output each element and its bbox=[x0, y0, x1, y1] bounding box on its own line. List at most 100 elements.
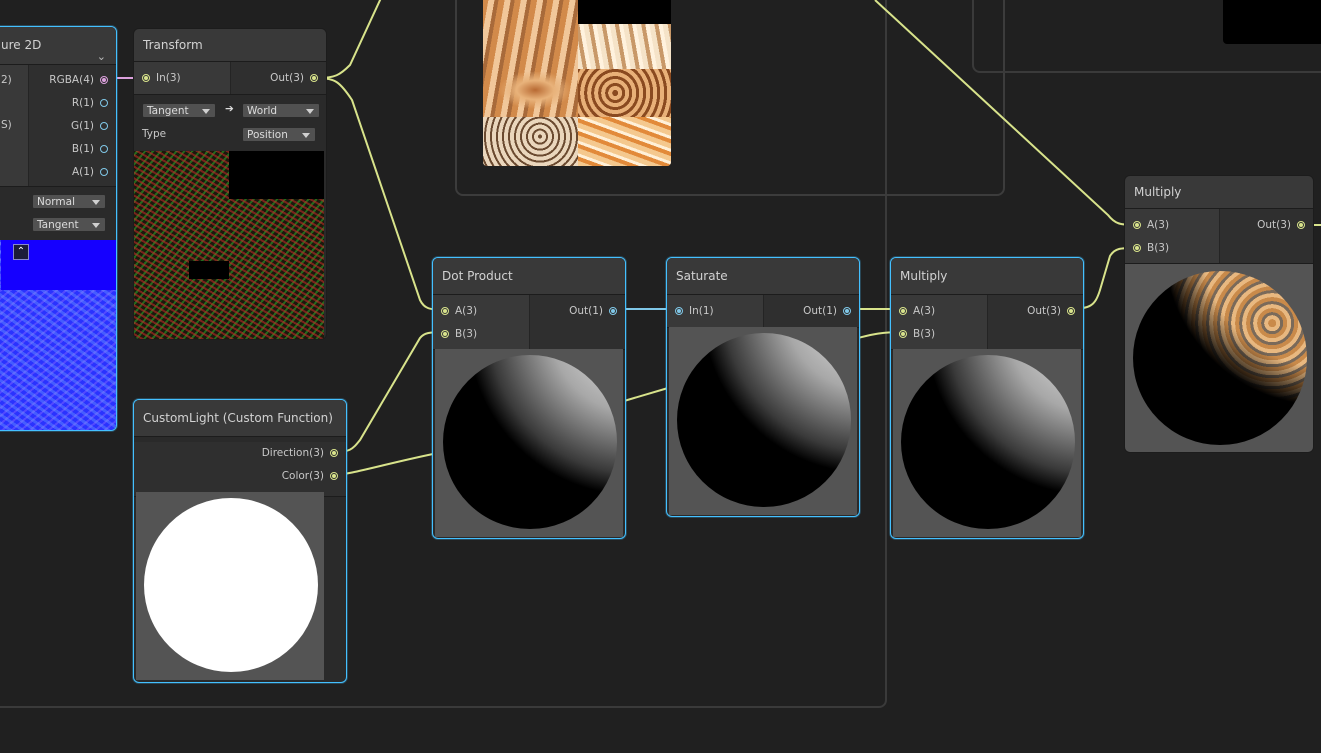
input-port-in[interactable]: In(1) bbox=[667, 300, 763, 322]
dropdown-caret-icon bbox=[202, 109, 210, 114]
port-dot-icon[interactable] bbox=[330, 449, 338, 457]
output-port-g[interactable]: G(1) bbox=[29, 115, 116, 137]
input-port-b[interactable]: B(3) bbox=[891, 323, 987, 345]
port-dot-icon[interactable] bbox=[609, 307, 617, 315]
textured-sphere-preview bbox=[1133, 271, 1307, 445]
port-dot-icon[interactable] bbox=[675, 307, 683, 315]
node-title: Multiply bbox=[891, 258, 1083, 295]
node-title: ure 2D ⌄ bbox=[0, 27, 116, 65]
output-column: Out(1) bbox=[763, 295, 860, 327]
to-space-dropdown[interactable]: World bbox=[242, 103, 320, 118]
dropdown-value: Normal bbox=[37, 196, 75, 208]
port-dot-icon[interactable] bbox=[441, 330, 449, 338]
port-dot-icon[interactable] bbox=[843, 307, 851, 315]
port-dot-icon[interactable] bbox=[310, 74, 318, 82]
input-column: A(3) B(3) bbox=[433, 295, 530, 349]
saturate-preview bbox=[669, 327, 857, 515]
port-label: A(1) bbox=[71, 166, 94, 178]
port-label: B(3) bbox=[1147, 242, 1170, 254]
dropdown-value: Tangent bbox=[37, 219, 79, 231]
type-dropdown[interactable]: Position bbox=[242, 127, 316, 142]
input-port-b[interactable]: B(3) bbox=[1125, 237, 1219, 259]
port-dot-icon[interactable] bbox=[100, 168, 108, 176]
port-dot-icon[interactable] bbox=[142, 74, 150, 82]
port-dot-icon[interactable] bbox=[1297, 221, 1305, 229]
dot-product-preview bbox=[435, 349, 623, 537]
albedo-texture-preview bbox=[483, 0, 671, 166]
custom-light-node[interactable]: CustomLight (Custom Function) Direction(… bbox=[133, 399, 347, 683]
output-port-r[interactable]: R(1) bbox=[29, 92, 116, 114]
port-label: Out(3) bbox=[270, 72, 304, 84]
port-label: Out(1) bbox=[569, 305, 603, 317]
dropdown-caret-icon bbox=[302, 133, 310, 138]
output-port-color[interactable]: Color(3) bbox=[134, 465, 346, 487]
output-column: Out(3) bbox=[1219, 209, 1314, 263]
dropdown-caret-icon bbox=[306, 109, 314, 114]
port-label: B(1) bbox=[71, 143, 94, 155]
port-dot-icon[interactable] bbox=[899, 307, 907, 315]
output-column: Direction(3) Color(3) bbox=[134, 442, 346, 497]
input-port-a[interactable]: A(3) bbox=[891, 300, 987, 322]
saturate-ports: In(1) Out(1) bbox=[667, 295, 859, 328]
output-port-out[interactable]: Out(1) bbox=[530, 300, 626, 322]
port-dot-icon[interactable] bbox=[1067, 307, 1075, 315]
input-column: 2) S) bbox=[0, 65, 29, 186]
dropdown-value: World bbox=[247, 105, 278, 117]
output-port-rgba[interactable]: RGBA(4) bbox=[29, 69, 116, 91]
output-column: Out(1) bbox=[529, 295, 626, 349]
port-dot-icon[interactable] bbox=[1133, 244, 1141, 252]
transform-node[interactable]: Transform In(3) Out(3) Tangent ➔ World T… bbox=[133, 28, 327, 340]
input-port-in[interactable]: In(3) bbox=[134, 67, 230, 89]
output-column: Out(3) bbox=[987, 295, 1084, 349]
port-dot-icon[interactable] bbox=[100, 122, 108, 130]
sample-texture-2d-node[interactable]: ure 2D ⌄ 2) S) RGBA(4) R(1) G(1) B(1) A(… bbox=[0, 26, 117, 431]
port-label: R(1) bbox=[71, 97, 94, 109]
input-port-a[interactable]: A(3) bbox=[433, 300, 529, 322]
node-title: CustomLight (Custom Function) bbox=[134, 400, 346, 437]
output-port-out[interactable]: Out(3) bbox=[988, 300, 1084, 322]
dropdown-caret-icon bbox=[92, 223, 100, 228]
node-title: Multiply bbox=[1125, 176, 1313, 209]
multiply-node-1[interactable]: Multiply A(3) B(3) Out(3) bbox=[890, 257, 1084, 539]
white-sphere-preview bbox=[144, 498, 318, 672]
input-column: A(3) B(3) bbox=[1125, 209, 1220, 263]
port-dot-icon[interactable] bbox=[899, 330, 907, 338]
multiply-ports: A(3) B(3) Out(3) bbox=[891, 295, 1083, 350]
port-label: A(3) bbox=[455, 305, 478, 317]
port-dot-icon[interactable] bbox=[100, 145, 108, 153]
saturate-node[interactable]: Saturate In(1) Out(1) bbox=[666, 257, 860, 517]
texture-tile bbox=[578, 24, 671, 69]
port-dot-icon[interactable] bbox=[100, 76, 108, 84]
input-port-b[interactable]: B(3) bbox=[433, 323, 529, 345]
from-space-dropdown[interactable]: Tangent bbox=[142, 103, 216, 118]
output-port-out[interactable]: Out(3) bbox=[1220, 214, 1314, 236]
lit-sphere-preview bbox=[677, 333, 851, 507]
output-port-a[interactable]: A(1) bbox=[29, 161, 116, 183]
collapse-preview-icon[interactable]: ⌃ bbox=[13, 244, 29, 260]
black-preview-block bbox=[1223, 0, 1321, 44]
output-port-out[interactable]: Out(1) bbox=[764, 300, 860, 322]
port-dot-icon[interactable] bbox=[330, 472, 338, 480]
space-dropdown[interactable]: Normal bbox=[32, 194, 106, 209]
port-dot-icon[interactable] bbox=[441, 307, 449, 315]
output-column: RGBA(4) R(1) G(1) B(1) A(1) bbox=[29, 65, 116, 186]
texture-tile bbox=[578, 117, 671, 166]
sample-texture-title: ure 2D bbox=[1, 38, 42, 52]
dot-product-node[interactable]: Dot Product A(3) B(3) Out(1) bbox=[432, 257, 626, 539]
port-dot-icon[interactable] bbox=[1133, 221, 1141, 229]
arrow-right-icon: ➔ bbox=[225, 103, 234, 115]
dot-product-ports: A(3) B(3) Out(1) bbox=[433, 295, 625, 350]
output-port-out[interactable]: Out(3) bbox=[231, 67, 327, 89]
normal-type-dropdown[interactable]: Tangent bbox=[32, 217, 106, 232]
output-port-direction[interactable]: Direction(3) bbox=[134, 442, 346, 464]
port-label: Color(3) bbox=[281, 470, 324, 482]
multiply-node-2[interactable]: Multiply A(3) B(3) Out(3) bbox=[1124, 175, 1314, 453]
port-dot-icon[interactable] bbox=[100, 99, 108, 107]
multiply-preview bbox=[893, 349, 1081, 537]
input-label: S) bbox=[1, 119, 12, 131]
output-port-b[interactable]: B(1) bbox=[29, 138, 116, 160]
input-column: In(1) bbox=[667, 295, 764, 327]
port-label: G(1) bbox=[70, 120, 94, 132]
lit-sphere-preview bbox=[901, 355, 1075, 529]
input-port-a[interactable]: A(3) bbox=[1125, 214, 1219, 236]
